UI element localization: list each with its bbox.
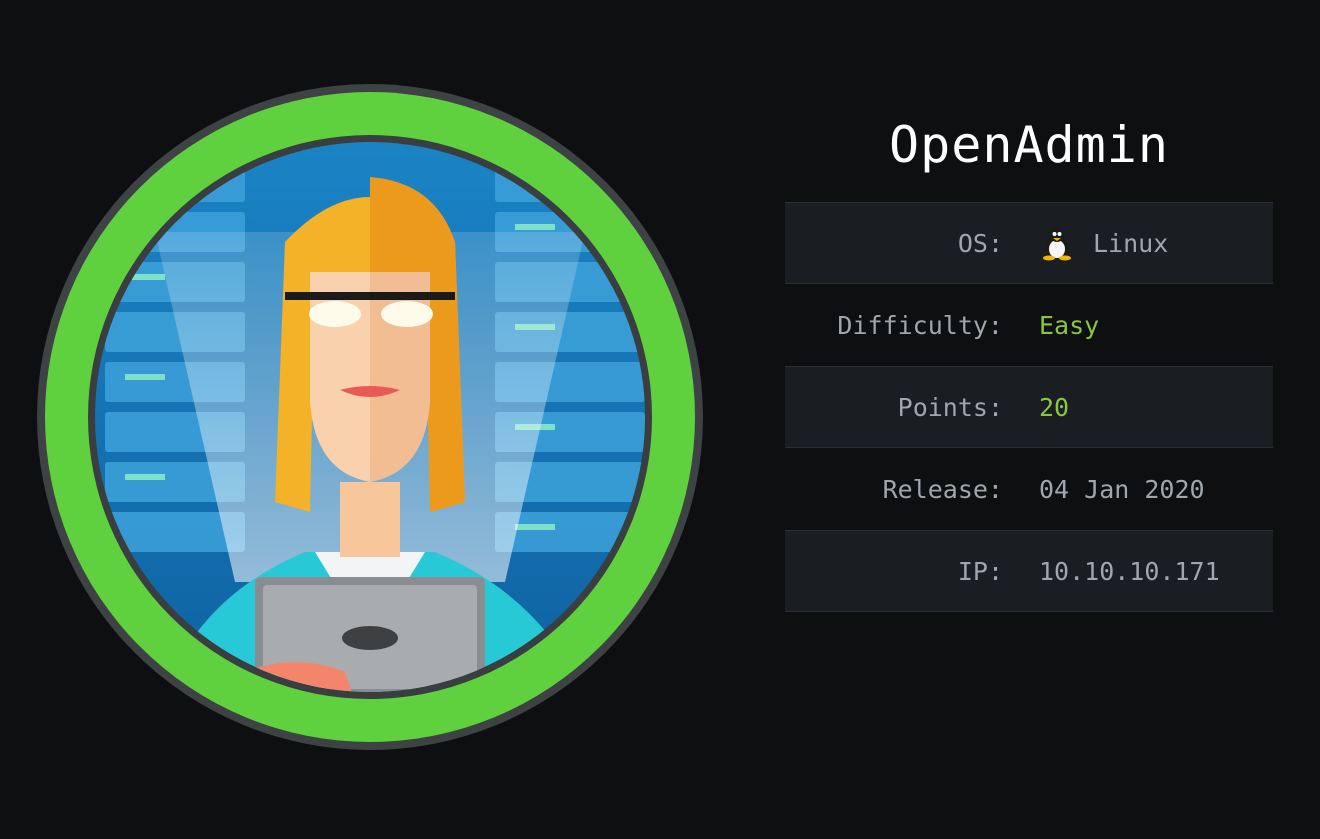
points-label: Points: [897, 392, 1003, 422]
info-row-points: Points: 20 [785, 366, 1273, 448]
machine-avatar [35, 82, 705, 752]
info-row-os: OS: Linux [785, 202, 1273, 284]
difficulty-label: Difficulty: [837, 310, 1003, 340]
release-label: Release: [882, 474, 1003, 504]
release-value: 04 Jan 2020 [1039, 474, 1205, 504]
ip-label: IP: [957, 556, 1003, 586]
os-label: OS: [957, 228, 1003, 258]
machine-card: OpenAdmin OS: Linux Difficulty: Easy Poi… [0, 0, 1320, 839]
info-row-release: Release: 04 Jan 2020 [785, 448, 1273, 530]
info-row-difficulty: Difficulty: Easy [785, 284, 1273, 366]
server-admin-avatar-icon [37, 84, 703, 750]
os-value: Linux [1093, 228, 1169, 258]
os-value-wrap: Linux [1039, 225, 1168, 261]
difficulty-value: Easy [1039, 310, 1100, 340]
machine-title: OpenAdmin [889, 116, 1169, 174]
ip-value: 10.10.10.171 [1039, 556, 1220, 586]
machine-info-table: OS: Linux Difficulty: Easy Points: 20 Re… [785, 202, 1273, 612]
info-row-ip: IP: 10.10.10.171 [785, 530, 1273, 612]
linux-tux-icon [1043, 228, 1071, 261]
points-value: 20 [1039, 392, 1070, 422]
